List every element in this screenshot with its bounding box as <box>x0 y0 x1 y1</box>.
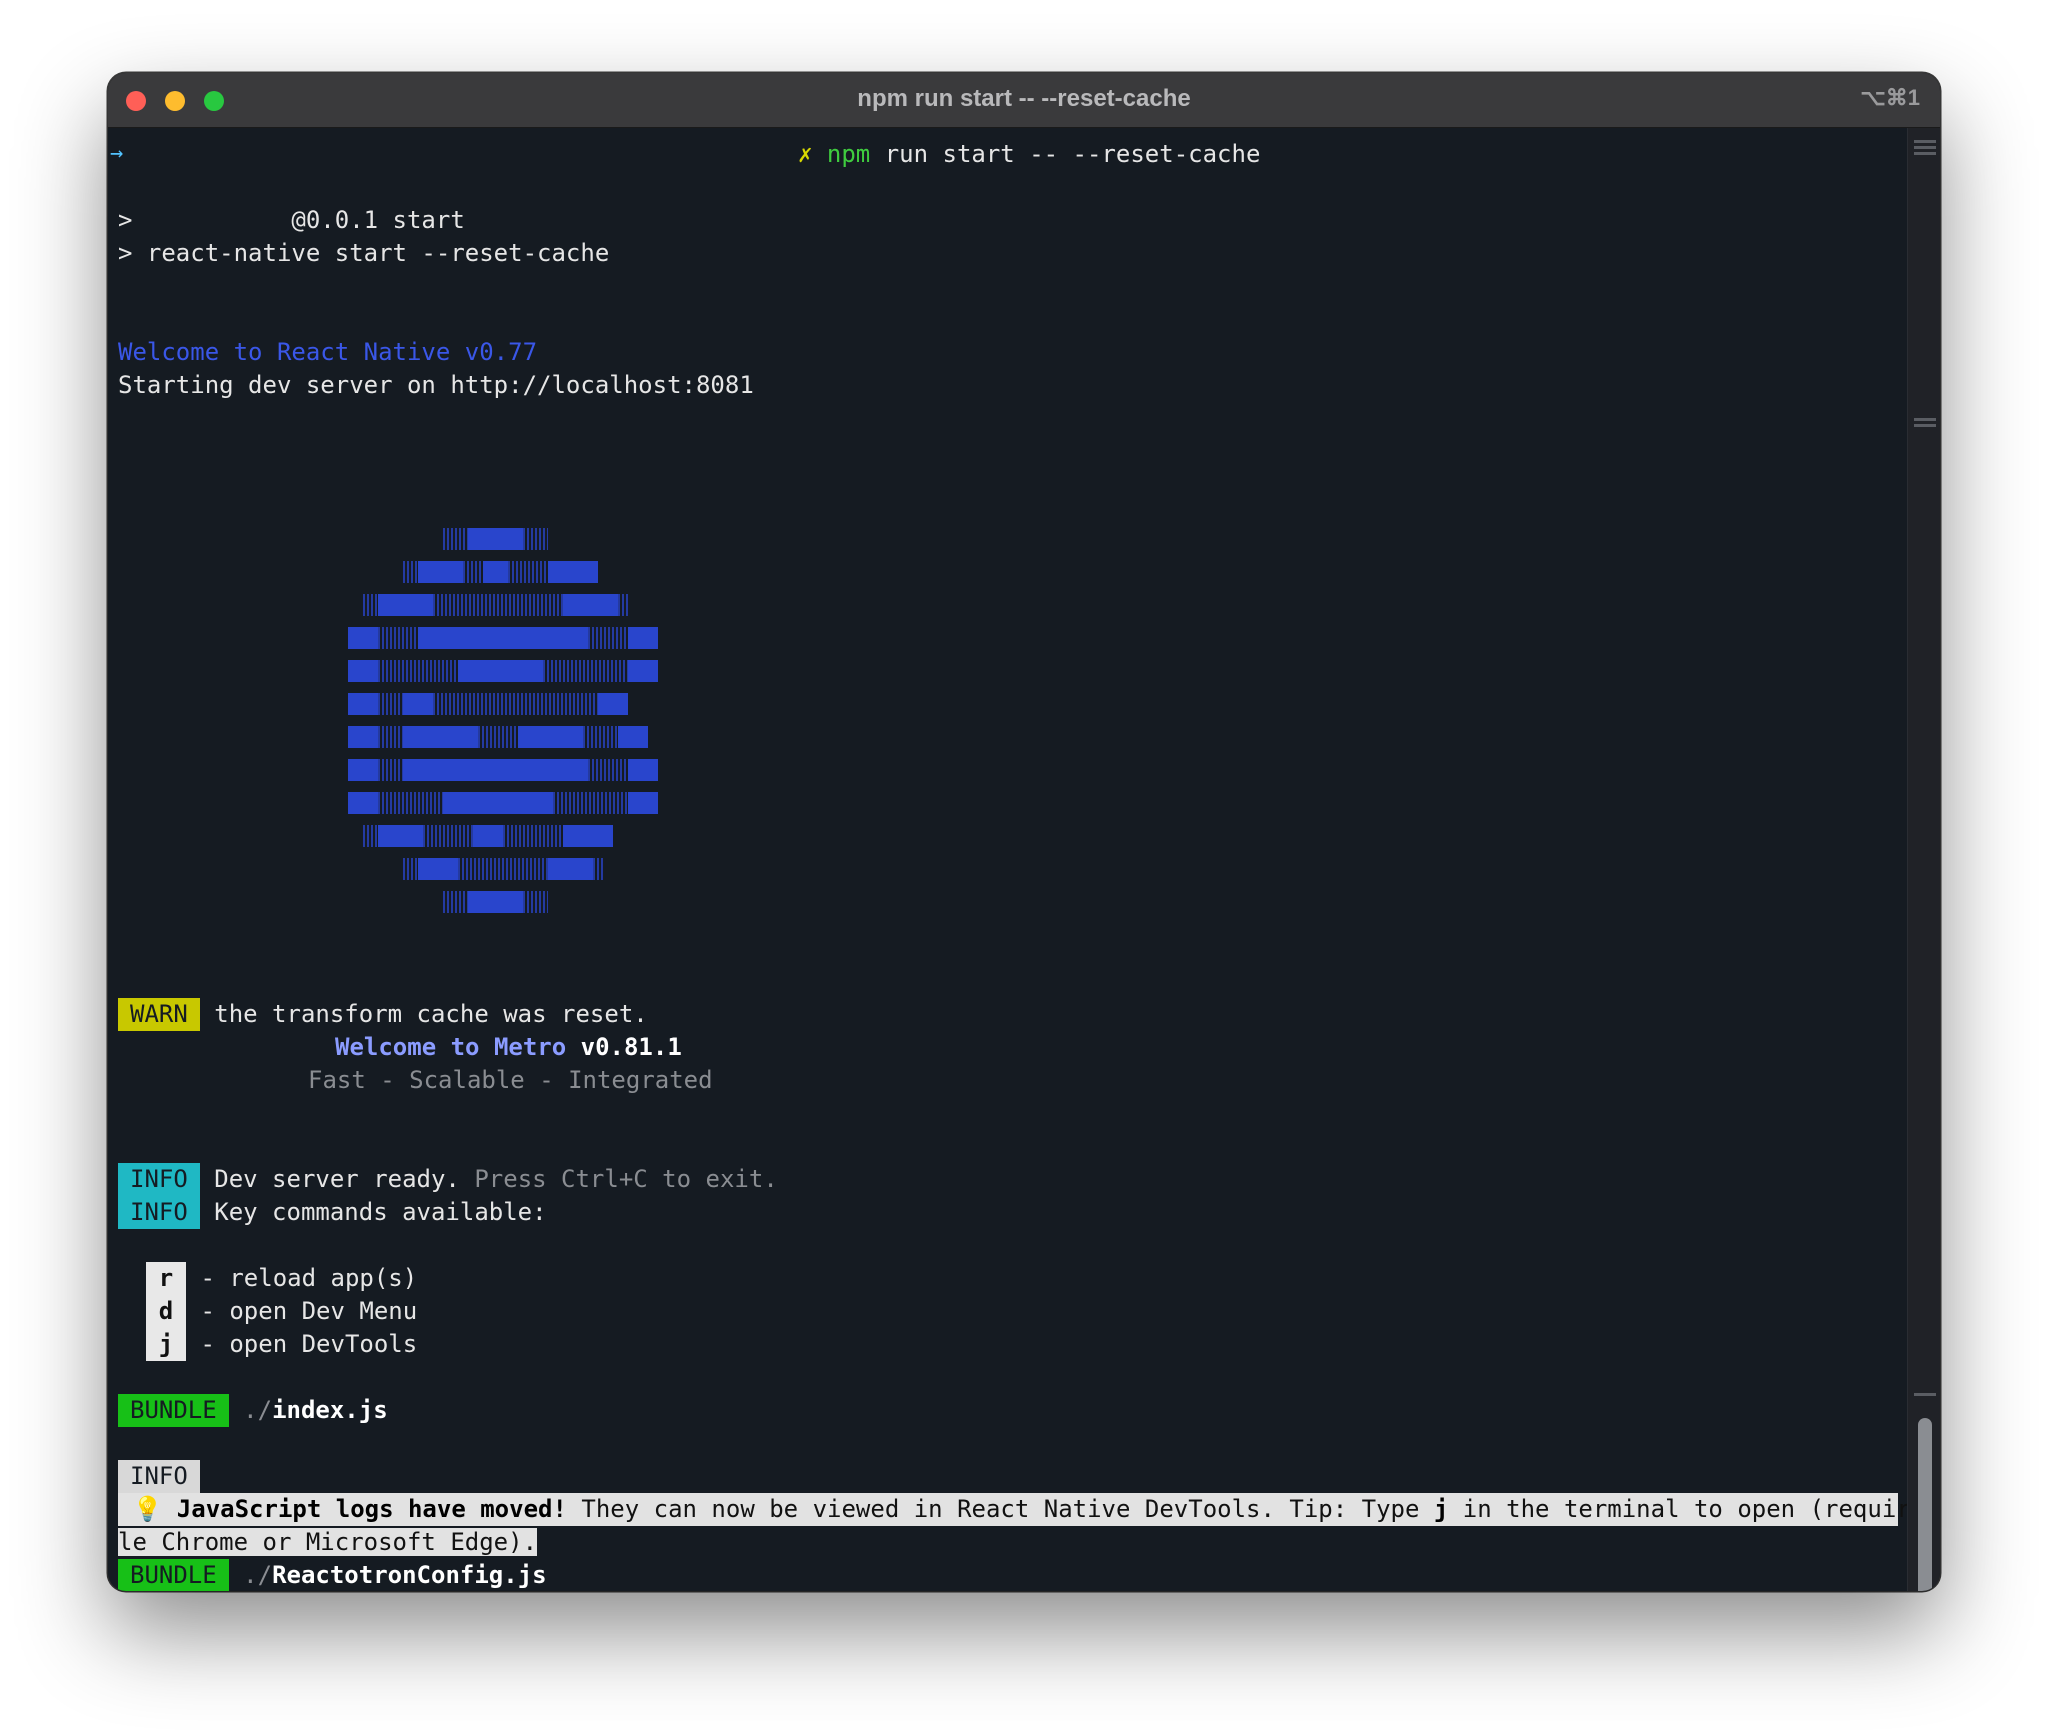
bundle-file: index.js <box>272 1396 388 1424</box>
warn-line: WARN the transform cache was reset. <box>118 998 648 1031</box>
info-hint: Press Ctrl+C to exit. <box>459 1165 778 1193</box>
key-j: j <box>146 1328 186 1361</box>
output-line-1: > @0.0.1 start <box>118 206 465 234</box>
scroll-mark <box>1914 146 1936 149</box>
window-title: npm run start -- --reset-cache <box>857 85 1191 112</box>
logo-row <box>348 523 658 556</box>
command-args: run start -- --reset-cache <box>870 140 1261 168</box>
info-badge: INFO <box>118 1163 200 1196</box>
metro-version: v0.81.1 <box>566 1033 682 1061</box>
logo-row <box>348 754 658 787</box>
bundle-badge: BUNDLE <box>118 1394 229 1427</box>
logo-row <box>348 688 658 721</box>
info-line-1: INFO Dev server ready. Press Ctrl+C to e… <box>118 1163 778 1196</box>
key-desc: - reload app(s) <box>186 1264 418 1292</box>
scroll-mark <box>1914 140 1936 143</box>
prompt-arrow-icon: → <box>110 141 124 166</box>
metro-welcome-line: Welcome to Metro v0.81.1 <box>335 1031 682 1064</box>
logo-row <box>348 853 658 886</box>
scroll-mark <box>1914 418 1936 421</box>
key-desc: - open Dev Menu <box>186 1297 418 1325</box>
bundle-dir: ./ <box>228 1396 273 1424</box>
bundle-line-2: BUNDLE ./ReactotronConfig.js <box>118 1559 547 1591</box>
dev-server-url: Starting dev server on http://localhost:… <box>118 371 754 399</box>
logo-row <box>348 886 658 919</box>
status-x-icon: ✗ <box>798 140 813 168</box>
tip-line-1: 💡 JavaScript logs have moved! They can n… <box>118 1493 1940 1526</box>
bundle-dir: ./ <box>228 1561 273 1589</box>
key-d: d <box>146 1295 186 1328</box>
logo-row <box>348 655 658 688</box>
tip-text-2: in the terminal to open (requires Goog <box>1462 1495 1940 1523</box>
output-line-2: > react-native start --reset-cache <box>118 239 610 267</box>
logo-row <box>348 787 658 820</box>
warn-badge: WARN <box>118 998 200 1031</box>
tip-text: They can now be viewed in React Native D… <box>566 1495 1434 1523</box>
window-shortcut: ⌥⌘1 <box>1860 85 1920 110</box>
logo-row <box>348 721 658 754</box>
bundle-line-1: BUNDLE ./index.js <box>118 1394 388 1427</box>
scroll-mark <box>1914 424 1936 427</box>
terminal-output[interactable]: → ✗ npm run start -- --reset-cache > @0.… <box>108 128 1940 1591</box>
tip-title: JavaScript logs have moved! <box>176 1495 567 1523</box>
logo-row <box>348 820 658 853</box>
scroll-mark <box>1914 1393 1936 1396</box>
lightbulb-icon: 💡 <box>132 1495 163 1523</box>
info-line-3: INFO <box>118 1460 200 1493</box>
metro-welcome: Welcome to Metro <box>335 1033 567 1061</box>
command-npm: npm <box>826 140 871 168</box>
key-command: d - open Dev Menu <box>146 1295 417 1328</box>
scroll-mark <box>1914 152 1936 155</box>
scrollbar-thumb[interactable] <box>1918 1418 1932 1591</box>
command-line: ✗ npm run start -- --reset-cache <box>798 138 1260 171</box>
key-desc: - open DevTools <box>186 1330 418 1358</box>
info-line-2: INFO Key commands available: <box>118 1196 547 1229</box>
bundle-file: ReactotronConfig.js <box>272 1561 547 1589</box>
info-badge: INFO <box>118 1460 200 1493</box>
bundle-badge: BUNDLE <box>118 1559 229 1591</box>
terminal-window: npm run start -- --reset-cache ⌥⌘1 → ✗ n… <box>108 73 1940 1591</box>
info-text: Dev server ready. <box>199 1165 460 1193</box>
tip-text-3: le Chrome or Microsoft Edge). <box>118 1528 538 1556</box>
title-bar: npm run start -- --reset-cache ⌥⌘1 <box>108 73 1940 128</box>
key-command: j - open DevTools <box>146 1328 417 1361</box>
scrollbar[interactable] <box>1907 128 1940 1591</box>
logo-row <box>348 589 658 622</box>
metro-tagline: Fast - Scalable - Integrated <box>308 1066 713 1094</box>
key-r: r <box>146 1262 186 1295</box>
tip-key: j <box>1433 1495 1449 1523</box>
info-badge: INFO <box>118 1196 200 1229</box>
logo-row <box>348 556 658 589</box>
info-text: Key commands available: <box>199 1198 547 1226</box>
logo-row <box>348 622 658 655</box>
rn-welcome: Welcome to React Native v0.77 <box>118 338 538 366</box>
react-native-logo <box>348 523 658 919</box>
key-command: r - reload app(s) <box>146 1262 417 1295</box>
tip-line-2: le Chrome or Microsoft Edge). <box>118 1526 538 1559</box>
warn-text: the transform cache was reset. <box>199 1000 648 1028</box>
